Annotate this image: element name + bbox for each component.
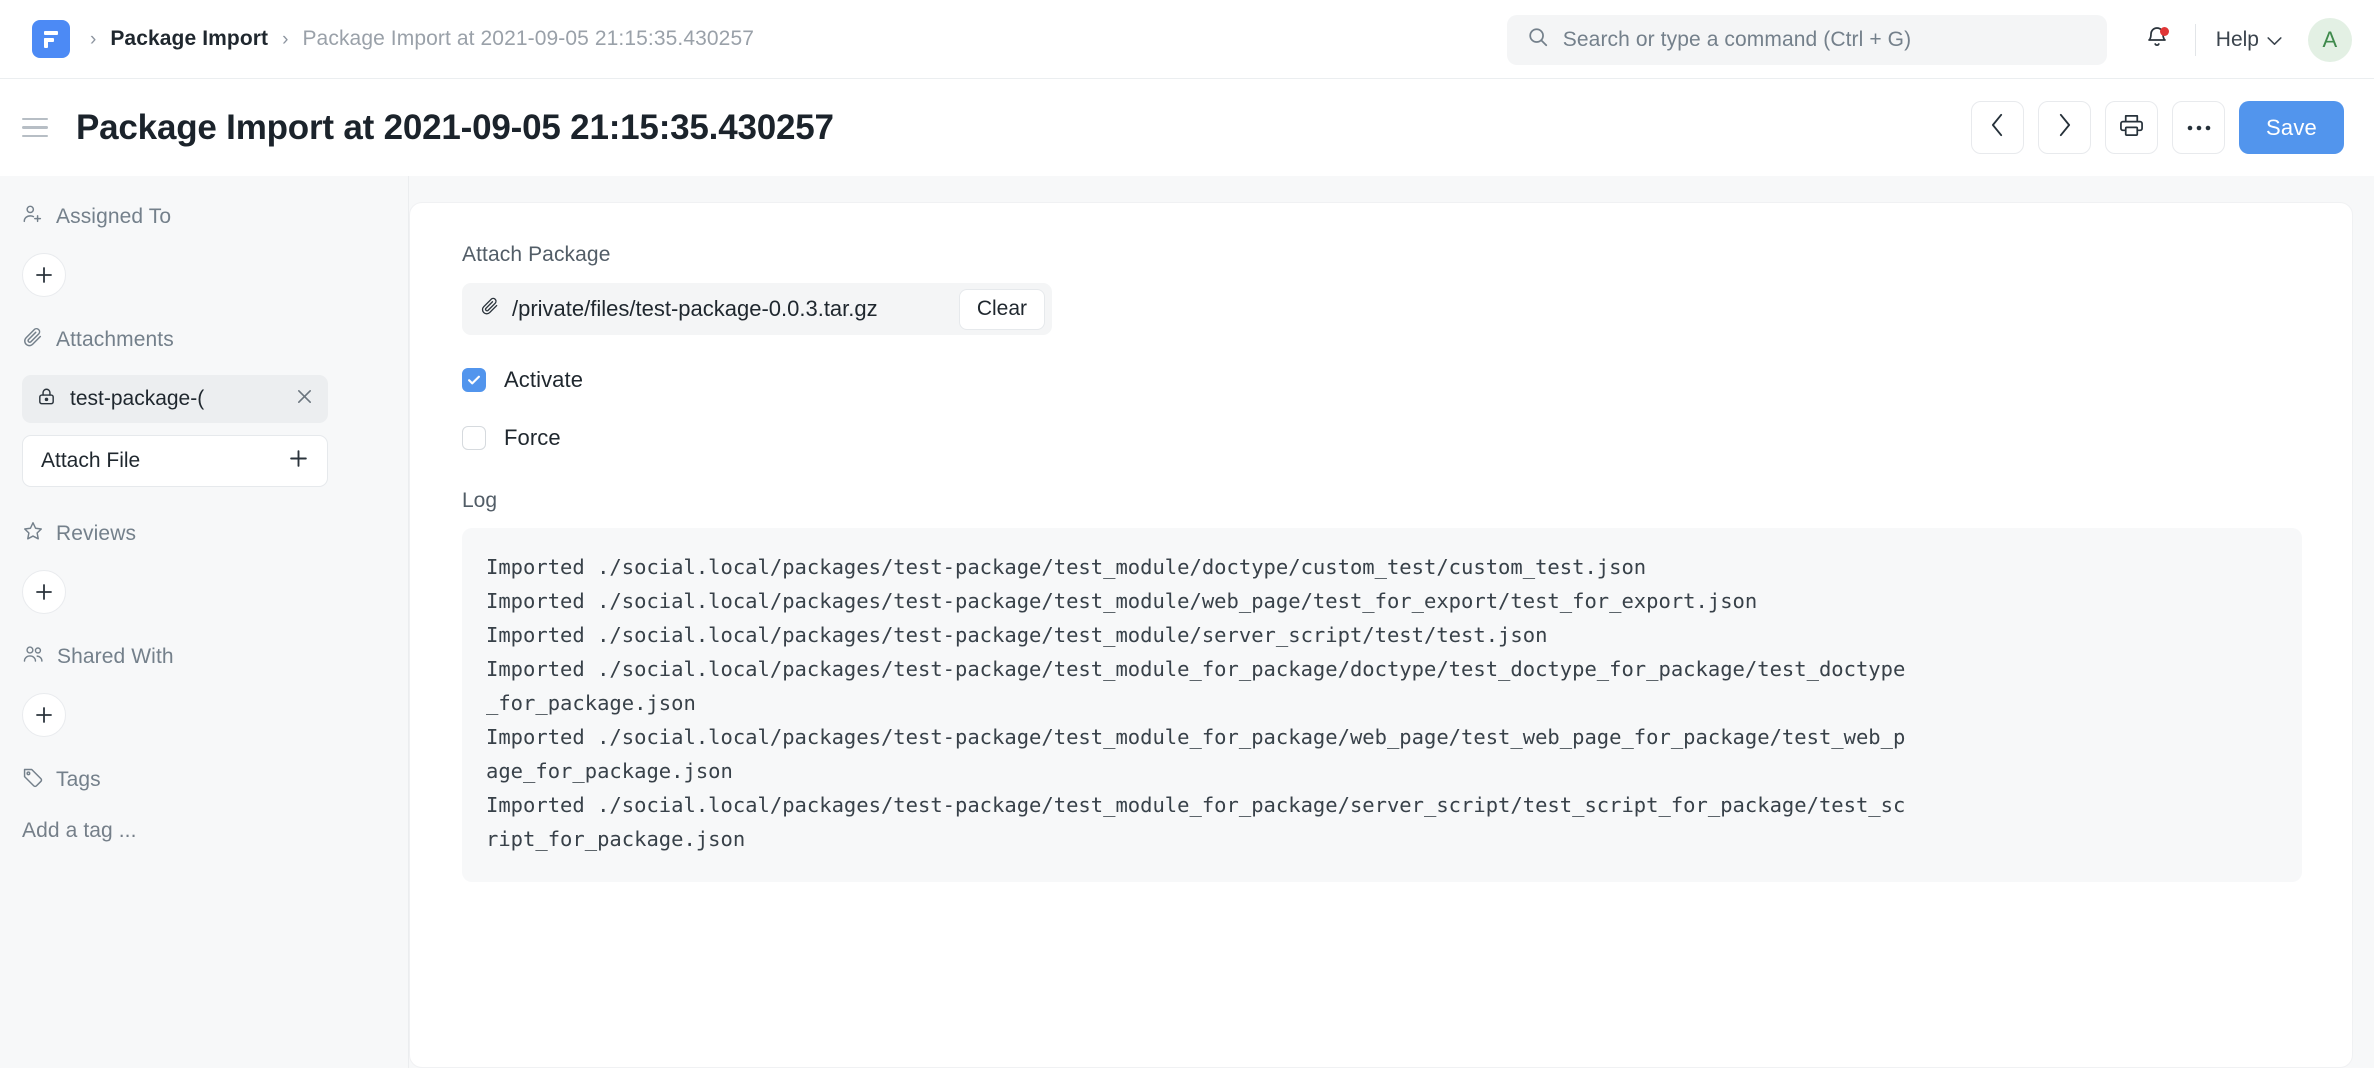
attach-package-value-group: /private/files/test-package-0.0.3.tar.gz <box>480 296 878 322</box>
sidebar-section-attachments: Attachments test-package-( <box>22 319 378 487</box>
star-icon <box>22 520 44 548</box>
sidebar-section-reviews: Reviews <box>22 513 378 614</box>
sidebar-section-shared-with: Shared With <box>22 636 378 737</box>
add-assignment-button[interactable] <box>22 253 66 297</box>
log-line: Imported ./social.local/packages/test-pa… <box>486 720 1916 788</box>
navbar-divider <box>2195 24 2196 56</box>
tags-header: Tags <box>22 759 378 801</box>
log-line: Imported ./social.local/packages/test-pa… <box>486 584 1916 618</box>
log-output: Imported ./social.local/packages/test-pa… <box>462 528 2302 882</box>
attach-package-value: /private/files/test-package-0.0.3.tar.gz <box>512 296 878 322</box>
page-body: Assigned To Attachments <box>0 176 2374 1068</box>
activate-checkbox[interactable] <box>462 368 486 392</box>
avatar-initial: A <box>2323 27 2338 53</box>
page-title: Package Import at 2021-09-05 21:15:35.43… <box>76 108 834 148</box>
clear-attachment-button[interactable]: Clear <box>959 289 1045 330</box>
printer-icon <box>2119 113 2144 143</box>
sidebar-section-tags: Tags Add a tag ... <box>22 759 378 843</box>
chevron-left-icon <box>1990 113 2005 142</box>
add-share-button[interactable] <box>22 693 66 737</box>
log-line: Imported ./social.local/packages/test-pa… <box>486 652 1916 720</box>
attachments-header: Attachments <box>22 319 378 361</box>
save-button[interactable]: Save <box>2239 101 2344 154</box>
breadcrumb-separator-1: › <box>90 30 96 49</box>
breadcrumb-separator-2: › <box>282 30 288 49</box>
force-checkbox[interactable] <box>462 426 486 450</box>
form-main-area: Attach Package /private/files/test-packa… <box>409 176 2374 1068</box>
more-actions-button[interactable] <box>2172 101 2225 154</box>
breadcrumb-parent-link[interactable]: Package Import <box>110 27 268 51</box>
paperclip-icon <box>22 326 44 354</box>
log-line: Imported ./social.local/packages/test-pa… <box>486 550 1916 584</box>
add-review-button[interactable] <box>22 570 66 614</box>
print-button[interactable] <box>2105 101 2158 154</box>
breadcrumb: › Package Import › Package Import at 202… <box>90 27 754 51</box>
ellipsis-icon <box>2186 119 2212 137</box>
frappe-f-logo[interactable] <box>32 20 70 58</box>
hamburger-menu-icon[interactable] <box>22 111 56 145</box>
assigned-to-header: Assigned To <box>22 196 378 238</box>
help-menu[interactable]: Help <box>2216 28 2282 52</box>
navbar-right-group: Search or type a command (Ctrl + G) Help… <box>1507 0 2352 79</box>
attach-package-field[interactable]: /private/files/test-package-0.0.3.tar.gz… <box>462 283 1052 335</box>
attach-package-label: Attach Package <box>462 243 2300 267</box>
log-label: Log <box>462 489 2300 513</box>
page-toolbar: Save <box>1971 101 2344 154</box>
avatar[interactable]: A <box>2308 18 2352 62</box>
lock-icon <box>36 386 57 412</box>
tag-icon <box>22 766 44 794</box>
next-document-button[interactable] <box>2038 101 2091 154</box>
paperclip-icon <box>480 296 500 322</box>
notifications-button[interactable] <box>2137 20 2177 60</box>
shared-with-header: Shared With <box>22 636 378 678</box>
chevron-right-icon <box>2057 113 2072 142</box>
reviews-header: Reviews <box>22 513 378 555</box>
search-icon <box>1527 26 1549 53</box>
attach-file-button[interactable]: Attach File <box>22 435 328 487</box>
attachment-item-label: test-package-( <box>70 387 282 411</box>
force-checkbox-row[interactable]: Force <box>462 425 2300 451</box>
users-icon <box>22 643 45 671</box>
tags-label: Tags <box>56 768 101 792</box>
force-label: Force <box>504 425 561 451</box>
attachment-item[interactable]: test-package-( <box>22 375 328 423</box>
activate-label: Activate <box>504 367 583 393</box>
form-card: Attach Package /private/files/test-packa… <box>409 202 2353 1068</box>
attachments-label: Attachments <box>56 328 174 352</box>
assigned-to-label: Assigned To <box>56 205 171 229</box>
page-header: Package Import at 2021-09-05 21:15:35.43… <box>0 79 2374 176</box>
sidebar-section-assigned-to: Assigned To <box>22 196 378 297</box>
top-navbar: › Package Import › Package Import at 202… <box>0 0 2374 79</box>
breadcrumb-current: Package Import at 2021-09-05 21:15:35.43… <box>302 27 754 51</box>
attach-file-label: Attach File <box>41 449 140 473</box>
activate-checkbox-row[interactable]: Activate <box>462 367 2300 393</box>
notification-unread-dot <box>2160 27 2169 36</box>
chevron-down-icon <box>2267 28 2282 52</box>
search-input[interactable]: Search or type a command (Ctrl + G) <box>1507 15 2107 65</box>
close-icon[interactable] <box>295 387 314 411</box>
reviews-label: Reviews <box>56 522 136 546</box>
log-line: Imported ./social.local/packages/test-pa… <box>486 618 1916 652</box>
search-placeholder: Search or type a command (Ctrl + G) <box>1563 28 1911 52</box>
user-plus-icon <box>22 203 44 231</box>
prev-document-button[interactable] <box>1971 101 2024 154</box>
plus-icon <box>288 448 309 475</box>
form-sidebar: Assigned To Attachments <box>0 176 409 1068</box>
add-tag-input[interactable]: Add a tag ... <box>22 819 378 843</box>
shared-with-label: Shared With <box>57 645 174 669</box>
help-label: Help <box>2216 28 2259 52</box>
log-line: Imported ./social.local/packages/test-pa… <box>486 788 1916 856</box>
